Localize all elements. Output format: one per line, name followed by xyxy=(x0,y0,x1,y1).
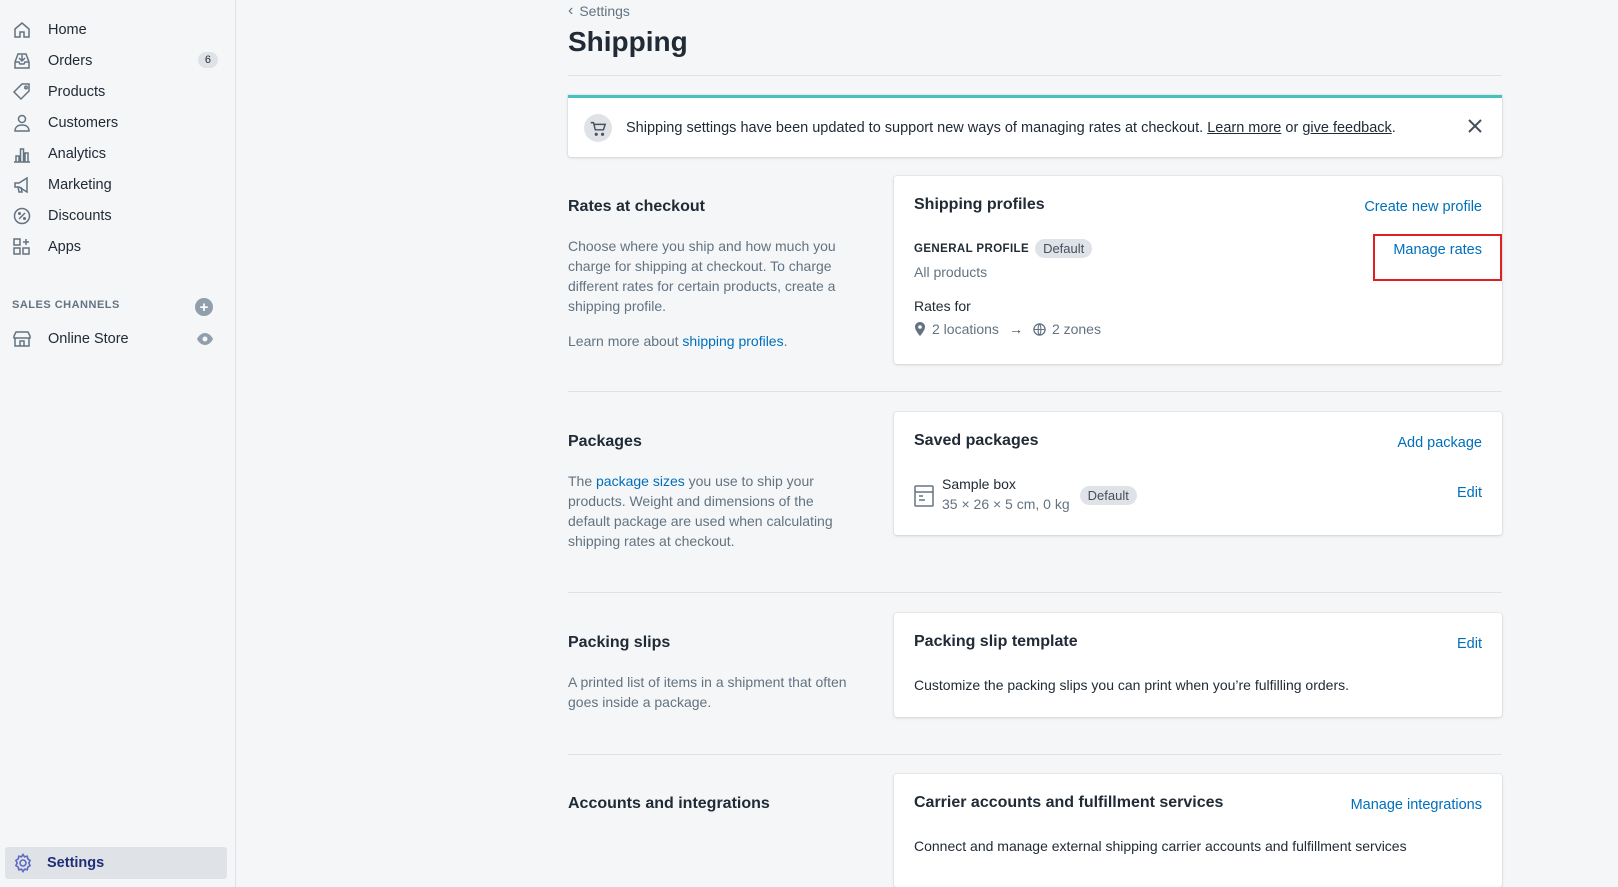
add-sales-channel-icon[interactable]: + xyxy=(195,298,213,316)
shipping-profiles-card: Shipping profiles Create new profile GEN… xyxy=(894,176,1502,364)
rates-section-title: Rates at checkout xyxy=(568,198,705,215)
close-icon[interactable] xyxy=(1466,117,1484,135)
nav-analytics-label: Analytics xyxy=(48,146,107,162)
nav-orders-label: Orders xyxy=(48,53,93,69)
section-divider xyxy=(568,592,1502,593)
add-package-link[interactable]: Add package xyxy=(1397,435,1482,451)
packing-slip-title: Packing slip template xyxy=(914,633,1078,650)
sidebar: Home Orders 6 Products Customers Analyti… xyxy=(0,0,236,887)
rates-for-label: Rates for xyxy=(914,298,971,314)
package-dimensions: 35 × 26 × 5 cm, 0 kg xyxy=(942,496,1070,512)
carrier-accounts-desc: Connect and manage external shipping car… xyxy=(914,838,1407,854)
nav-home-label: Home xyxy=(48,22,87,38)
saved-packages-title: Saved packages xyxy=(914,432,1039,449)
package-default-badge: Default xyxy=(1079,485,1137,505)
manage-integrations-link[interactable]: Manage integrations xyxy=(1351,797,1482,813)
nav-customers[interactable]: Customers xyxy=(0,109,236,137)
packing-slips-section-desc: A printed list of items in a shipment th… xyxy=(568,674,847,710)
general-profile-name: GENERAL PROFILE xyxy=(914,242,1030,255)
rates-section-desc: Choose where you ship and how much you c… xyxy=(568,238,836,314)
section-divider xyxy=(568,754,1502,755)
package-icon xyxy=(914,485,934,507)
sales-channels-label: SALES CHANNELS xyxy=(12,299,120,311)
megaphone-icon xyxy=(12,175,32,195)
all-products-label: All products xyxy=(914,264,988,280)
main-content: ‹ Settings Shipping Shipping settings ha… xyxy=(237,0,1618,887)
packing-slip-card: Packing slip template Edit Customize the… xyxy=(894,613,1502,717)
nav-online-store[interactable]: Online Store xyxy=(0,325,236,353)
rates-for-summary: 2 locations → 2 zones xyxy=(914,321,1101,337)
nav-online-store-label: Online Store xyxy=(48,331,129,347)
nav-products-label: Products xyxy=(48,84,106,100)
header-divider xyxy=(568,75,1502,76)
gear-icon xyxy=(13,853,33,873)
banner-feedback-link[interactable]: give feedback xyxy=(1302,120,1391,136)
nav-customers-label: Customers xyxy=(48,115,119,131)
package-name: Sample box xyxy=(942,476,1016,492)
banner-message: Shipping settings have been updated to s… xyxy=(626,119,1204,136)
banner-or: or xyxy=(1285,119,1299,136)
locations-count: 2 locations xyxy=(932,321,999,337)
nav-analytics[interactable]: Analytics xyxy=(0,140,236,168)
rates-learn-prefix: Learn more about xyxy=(568,333,679,349)
default-badge: Default xyxy=(1035,239,1093,258)
nav-products[interactable]: Products xyxy=(0,78,236,106)
packages-section-desc: The package sizes you use to ship your p… xyxy=(568,471,853,551)
eye-icon[interactable] xyxy=(196,332,214,346)
general-profile-header: GENERAL PROFILE Default xyxy=(914,239,1093,258)
carrier-accounts-card: Carrier accounts and fulfillment service… xyxy=(894,774,1502,887)
breadcrumb[interactable]: ‹ Settings xyxy=(568,2,630,20)
orders-badge: 6 xyxy=(197,52,218,68)
nav-apps-label: Apps xyxy=(48,239,82,255)
edit-package-link[interactable]: Edit xyxy=(1457,485,1482,501)
location-pin-icon xyxy=(915,322,925,336)
zones-count: 2 zones xyxy=(1051,321,1101,337)
saved-packages-card: Saved packages Add package Sample box 35… xyxy=(894,412,1502,535)
apps-icon xyxy=(12,237,32,257)
nav-apps[interactable]: Apps xyxy=(0,233,236,261)
home-icon xyxy=(12,20,32,40)
nav-discounts[interactable]: Discounts xyxy=(0,202,236,230)
info-banner: Shipping settings have been updated to s… xyxy=(568,95,1502,157)
shipping-profiles-link[interactable]: shipping profiles xyxy=(682,333,783,349)
packing-slip-desc: Customize the packing slips you can prin… xyxy=(914,677,1349,693)
nav-marketing-label: Marketing xyxy=(48,177,112,193)
accounts-section-title: Accounts and integrations xyxy=(568,795,770,812)
store-icon xyxy=(12,329,32,349)
person-icon xyxy=(12,113,32,133)
shipping-cart-icon xyxy=(584,113,612,142)
section-divider xyxy=(568,391,1502,392)
rates-learn-suffix: . xyxy=(783,333,788,349)
carrier-accounts-title: Carrier accounts and fulfillment service… xyxy=(914,794,1224,811)
chevron-left-icon: ‹ xyxy=(568,2,574,19)
banner-period: . xyxy=(1391,119,1396,136)
create-new-profile-link[interactable]: Create new profile xyxy=(1364,199,1482,215)
edit-packing-slip-link[interactable]: Edit xyxy=(1457,636,1482,652)
nav-discounts-label: Discounts xyxy=(48,208,112,224)
package-details: 35 × 26 × 5 cm, 0 kg Default xyxy=(942,485,1137,512)
banner-text: Shipping settings have been updated to s… xyxy=(626,120,1396,136)
nav-marketing[interactable]: Marketing xyxy=(0,171,236,199)
bar-chart-icon xyxy=(12,144,32,164)
arrow-right-icon: → xyxy=(1008,321,1023,337)
packages-section-title: Packages xyxy=(568,433,642,450)
package-sizes-link[interactable]: package sizes xyxy=(596,473,685,489)
nav-settings-label: Settings xyxy=(47,855,105,871)
manage-rates-button[interactable]: Manage rates xyxy=(1373,234,1502,281)
packages-desc-prefix: The xyxy=(568,473,593,489)
nav-orders[interactable]: Orders 6 xyxy=(0,47,236,75)
globe-icon xyxy=(1033,322,1046,336)
discount-icon xyxy=(12,206,32,226)
nav-settings[interactable]: Settings xyxy=(5,847,227,879)
shipping-profiles-title: Shipping profiles xyxy=(914,196,1045,213)
breadcrumb-label: Settings xyxy=(579,3,630,19)
nav-home[interactable]: Home xyxy=(0,16,236,44)
rates-learn-more: Learn more about shipping profiles. xyxy=(568,331,853,351)
orders-icon xyxy=(12,51,32,71)
banner-learn-more-link[interactable]: Learn more xyxy=(1207,120,1281,136)
page-title: Shipping xyxy=(568,26,688,57)
packing-slips-section-title: Packing slips xyxy=(568,634,671,651)
tag-icon xyxy=(12,82,32,102)
